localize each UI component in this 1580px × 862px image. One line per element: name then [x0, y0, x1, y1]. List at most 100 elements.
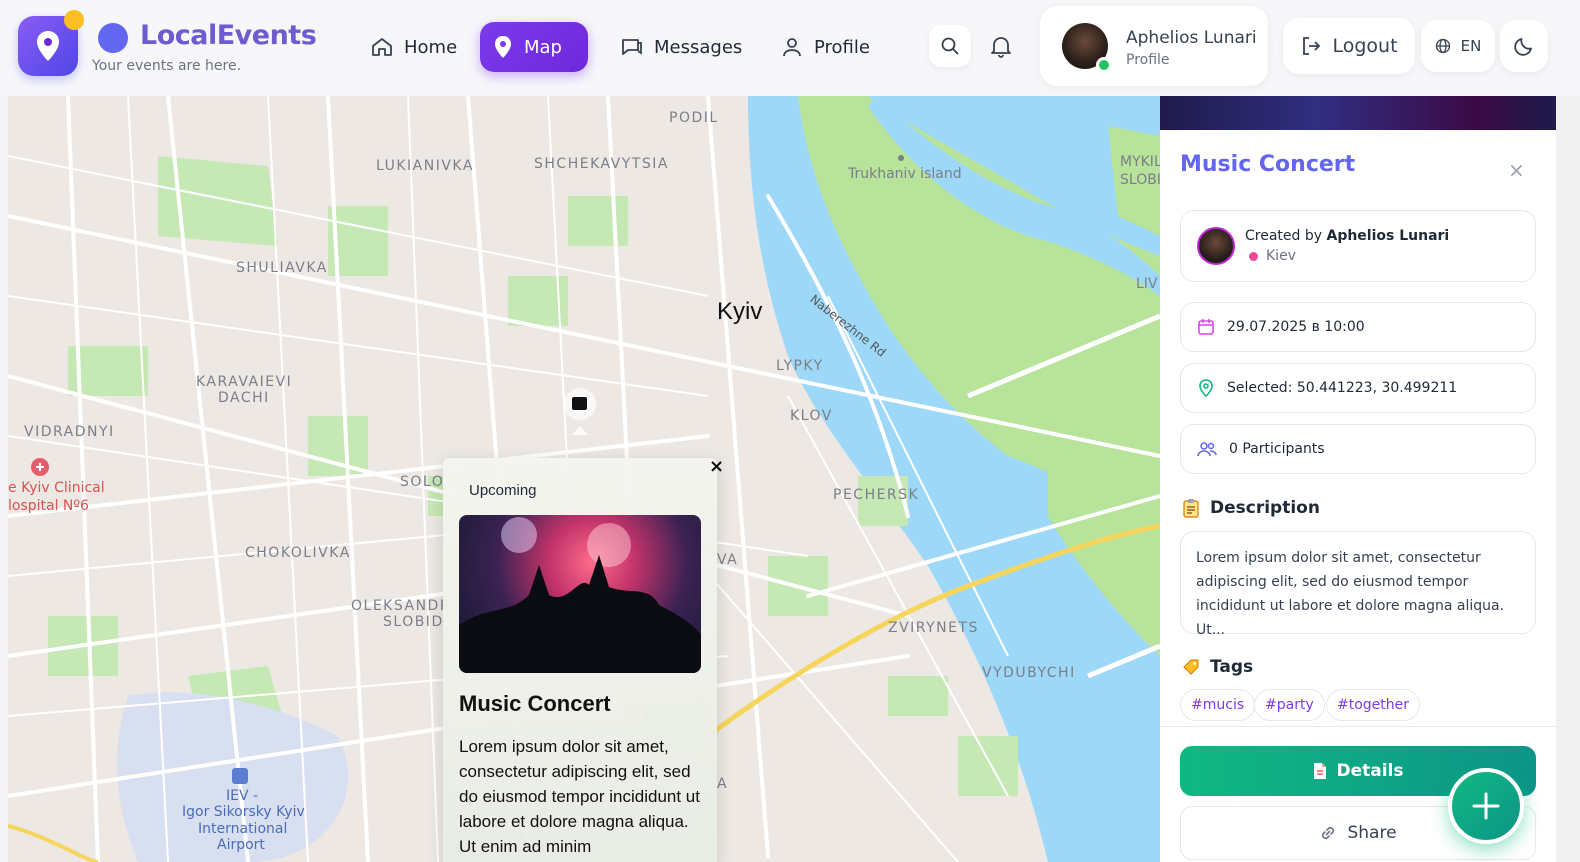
datetime-card: 29.07.2025 в 10:00	[1180, 302, 1536, 352]
map-pin-icon	[1199, 379, 1213, 397]
event-detail-panel: Music Concert × Created by Aphelios Luna…	[1160, 96, 1556, 862]
logout-icon	[1303, 37, 1321, 55]
users-icon	[1197, 442, 1217, 457]
map-label-oleksandr: OLEKSANDR	[351, 598, 452, 614]
event-banner-image	[1160, 96, 1556, 130]
language-switcher[interactable]: EN	[1421, 20, 1495, 72]
map-label-pechersk: PECHERSK	[833, 487, 920, 503]
map-label-mykil: MYKIL	[1120, 154, 1160, 170]
participants-card: 0 Participants	[1180, 424, 1536, 474]
app-logo[interactable]	[18, 10, 84, 76]
brand-subtitle: Your events are here.	[92, 58, 242, 74]
map-label-airport-name: Igor Sikorsky Kyiv	[182, 804, 305, 820]
nav-home-label: Home	[404, 36, 458, 58]
link-icon	[1322, 826, 1335, 840]
event-datetime: 29.07.2025 в 10:00	[1227, 319, 1365, 335]
map-label-a: A	[717, 776, 729, 792]
event-popup: × Upcoming Music Concert Lorem ipsum dol…	[443, 456, 724, 862]
plus-icon	[1472, 792, 1500, 820]
logout-label: Logout	[1332, 35, 1398, 57]
brand-title[interactable]: LocalEvents	[140, 20, 317, 51]
message-icon	[622, 39, 642, 55]
description-text: Lorem ipsum dolor sit amet, consectetur …	[1196, 550, 1505, 638]
user-menu[interactable]: Aphelios Lunari Profile	[1040, 6, 1268, 86]
map-label-clinical-hospital: e Kyiv Clinical	[8, 480, 105, 496]
map-label-airport-international: International	[198, 821, 288, 837]
nav-home[interactable]: Home	[358, 22, 469, 72]
map-label-zvirynets: ZVIRYNETS	[888, 620, 979, 636]
map-label-trukhaniv-island: Trukhaniv island	[848, 166, 962, 182]
map-label-iev: IEV -	[226, 788, 259, 804]
creator-name[interactable]: Aphelios Lunari	[1326, 228, 1449, 244]
calendar-icon	[1198, 319, 1214, 335]
map-label-shchekavytsia: SHCHEKAVYTSIA	[534, 156, 669, 172]
tag-chip[interactable]: #together	[1326, 689, 1421, 721]
selected-location: Selected: 50.441223, 30.499211	[1227, 380, 1458, 396]
event-image	[459, 515, 701, 673]
map-label-vydubychi: VYDUBYCHI	[982, 665, 1076, 681]
logout-button[interactable]: Logout	[1283, 18, 1415, 74]
description-heading: Description	[1182, 498, 1320, 518]
popup-close-icon[interactable]: ×	[709, 456, 724, 477]
clipboard-icon	[1183, 499, 1199, 518]
map-label-solo: SOLO	[400, 474, 445, 490]
nav-profile-label: Profile	[814, 36, 870, 58]
tags-title: Tags	[1210, 657, 1254, 677]
user-role: Profile	[1126, 52, 1170, 68]
online-status-dot	[1096, 57, 1112, 73]
event-marker[interactable]	[564, 388, 596, 420]
tag-icon	[1183, 659, 1199, 675]
document-icon	[1314, 763, 1327, 779]
tags-heading: Tags	[1182, 657, 1253, 677]
popup-title: Music Concert	[459, 691, 611, 716]
description-title: Description	[1210, 498, 1320, 518]
map-label-klov: KLOV	[790, 408, 833, 424]
map-pin-icon	[37, 31, 59, 61]
map-view[interactable]: PODIL LUKIANIVKA SHCHEKAVYTSIA Trukhaniv…	[8, 96, 1160, 862]
search-icon	[941, 37, 959, 55]
nav-messages[interactable]: Messages	[608, 22, 754, 72]
home-icon	[372, 38, 392, 56]
close-icon[interactable]: ×	[1508, 158, 1525, 182]
creator-city: Kiev	[1266, 248, 1296, 264]
map-label-chokolivka: CHOKOLIVKA	[245, 545, 351, 561]
nav-map[interactable]: Map	[480, 22, 588, 72]
map-label-vidradnyi: VIDRADNYI	[24, 424, 115, 440]
user-icon	[783, 38, 801, 57]
map-label-podil: PODIL	[669, 110, 719, 126]
map-label-kyiv: Kyiv	[717, 298, 763, 325]
map-label-dachi: DACHI	[218, 390, 270, 406]
brand-dot-icon	[98, 23, 128, 53]
popup-description: Lorem ipsum dolor sit amet, consectetur …	[459, 737, 700, 856]
create-event-button[interactable]	[1448, 768, 1524, 844]
map-pin-icon	[495, 36, 511, 58]
creator-card: Created by Aphelios Lunari Kiev	[1180, 210, 1536, 282]
map-label-slobi: SLOBI	[1120, 172, 1160, 188]
search-button[interactable]	[929, 25, 971, 67]
nav-messages-label: Messages	[654, 36, 743, 58]
map-label-lypky: LYPKY	[776, 358, 824, 374]
map-label-slobid: SLOBID	[383, 614, 444, 630]
map-label-airport: Airport	[217, 837, 265, 853]
panel-title: Music Concert	[1180, 152, 1356, 177]
nav-map-label: Map	[524, 36, 562, 58]
map-label-lukianivka: LUKIANIVKA	[376, 158, 474, 174]
bell-icon	[991, 37, 1011, 58]
participants-count: 0 Participants	[1229, 441, 1325, 457]
page-scrollbar[interactable]	[1556, 96, 1580, 862]
location-pin-icon	[1249, 251, 1258, 261]
notifications-button[interactable]	[980, 25, 1022, 67]
created-by-prefix: Created by	[1245, 228, 1323, 244]
popup-status: Upcoming	[469, 482, 537, 499]
tag-chip[interactable]: #mucis	[1180, 689, 1256, 721]
theme-toggle-button[interactable]	[1500, 20, 1548, 72]
panel-divider	[1160, 726, 1556, 727]
moon-icon	[1514, 38, 1532, 56]
details-label: Details	[1336, 761, 1404, 781]
tag-chip[interactable]: #party	[1254, 689, 1325, 721]
avatar	[1197, 227, 1235, 265]
logo-badge-dot	[64, 10, 84, 30]
user-name: Aphelios Lunari	[1126, 28, 1257, 48]
nav-profile[interactable]: Profile	[768, 22, 882, 72]
location-card: Selected: 50.441223, 30.499211	[1180, 363, 1536, 413]
